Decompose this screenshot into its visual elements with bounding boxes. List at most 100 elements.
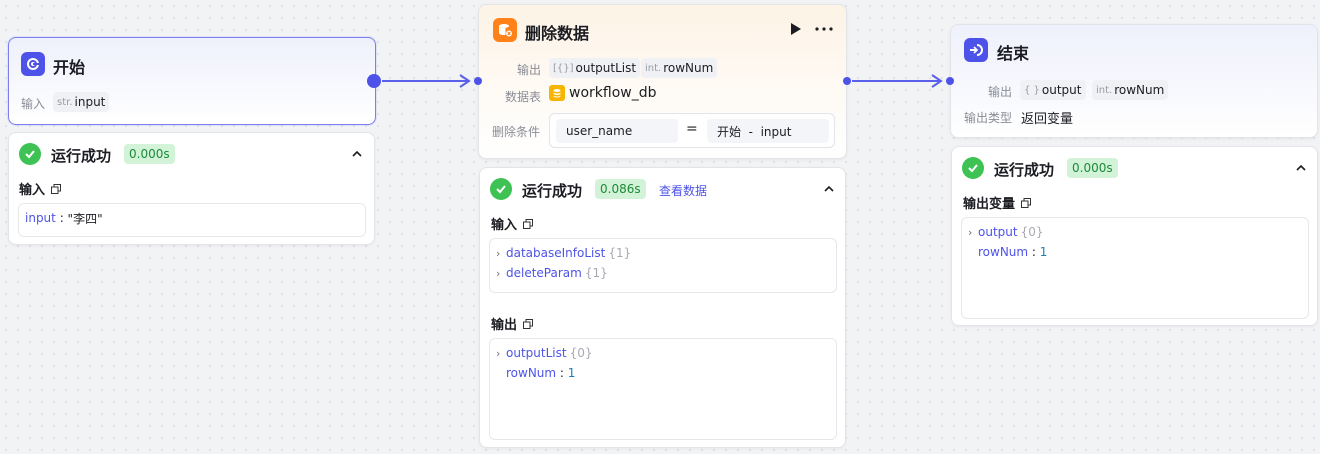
node-title: 开始 — [53, 58, 86, 77]
code-count: {1} — [584, 266, 608, 280]
start-result-panel: 运行成功 0.000s 输入 input : "李四" — [8, 132, 375, 245]
code-line: rowNum : 1 — [968, 242, 1302, 262]
input-section-title: 输入 — [491, 214, 534, 233]
start-node[interactable]: 开始 输入 str. input — [8, 37, 376, 125]
more-icon[interactable] — [815, 27, 833, 31]
delete-data-node[interactable]: 删除数据 输出 [{}] outputList int. rowNum 数据表 … — [478, 4, 847, 159]
time-badge: 0.000s — [1067, 158, 1118, 178]
code-sep: : — [55, 211, 68, 225]
code-sep: : — [1028, 245, 1040, 259]
param-type: int. — [645, 62, 662, 74]
code-sep: : — [556, 366, 568, 380]
node-title: 删除数据 — [525, 24, 590, 43]
section-label: 输入 — [19, 183, 46, 198]
input-section-title: 输入 — [19, 179, 62, 198]
run-icon[interactable] — [790, 23, 802, 35]
param-name: input — [74, 95, 106, 109]
status-text: 运行成功 — [51, 147, 112, 165]
code-key: databaseInfoList — [506, 246, 606, 260]
output-param-tag: int. rowNum — [641, 58, 718, 78]
arrow-head-icon — [459, 74, 471, 88]
copy-icon[interactable] — [1021, 197, 1032, 208]
code-count: {0} — [569, 346, 593, 360]
output-type-label: 输出类型 — [964, 111, 1013, 125]
input-code-box: › databaseInfoList {1} › deleteParam {1} — [489, 238, 837, 293]
input-param-tag: str. input — [53, 92, 110, 112]
arrow-head-icon — [931, 74, 943, 88]
param-name: rowNum — [1114, 83, 1165, 97]
edge-delete-to-end — [852, 80, 940, 82]
code-line[interactable]: › databaseInfoList {1} — [496, 243, 830, 263]
condition-box: user_name = 开始 - input — [549, 113, 835, 148]
end-input-port[interactable] — [946, 77, 954, 85]
code-count: {1} — [608, 246, 632, 260]
chevron-up-icon[interactable] — [1294, 161, 1308, 175]
end-result-panel: 运行成功 0.000s 输出变量 › output {0} rowNum : 1 — [951, 146, 1318, 326]
database-delete-icon — [493, 18, 517, 42]
node-title: 结束 — [997, 44, 1030, 63]
success-check-icon — [962, 157, 984, 179]
output-code-box: › output {0} rowNum : 1 — [961, 217, 1309, 319]
code-key: input — [25, 211, 56, 225]
chevron-right-icon[interactable]: › — [496, 247, 506, 260]
edge-start-to-delete — [382, 80, 468, 82]
chevron-right-icon[interactable]: › — [968, 226, 978, 239]
code-line: rowNum : 1 — [496, 363, 830, 383]
delete-input-port[interactable] — [474, 77, 482, 85]
section-label: 输入 — [491, 218, 518, 233]
delete-result-panel: 运行成功 0.086s 查看数据 输入 › databaseInfoList {… — [479, 167, 846, 448]
code-line: input : "李四" — [25, 208, 359, 228]
chevron-right-icon[interactable]: › — [496, 267, 506, 280]
code-value: "李四" — [67, 211, 103, 226]
condition-value[interactable]: 开始 - input — [707, 119, 829, 143]
table-label: 数据表 — [505, 90, 542, 104]
status-text: 运行成功 — [994, 161, 1055, 179]
output-param-tag: { } output — [1020, 80, 1086, 100]
param-name: outputList — [575, 61, 637, 75]
output-param-tag: [{}] outputList — [549, 58, 641, 78]
chevron-up-icon[interactable] — [822, 182, 836, 196]
output-type-value: 返回变量 — [1021, 112, 1074, 127]
code-line[interactable]: › output {0} — [968, 222, 1302, 242]
code-key: rowNum — [978, 245, 1029, 259]
success-check-icon — [19, 143, 41, 165]
output-section-title: 输出 — [491, 314, 534, 333]
param-type: { } — [1024, 84, 1040, 96]
time-badge: 0.000s — [124, 144, 175, 164]
code-key: outputList — [506, 346, 567, 360]
table-name: workflow_db — [569, 85, 657, 101]
start-output-port[interactable] — [367, 74, 381, 88]
end-node[interactable]: 结束 输出 { } output int. rowNum 输出类型 返回变量 — [950, 24, 1318, 138]
code-line[interactable]: › outputList {0} — [496, 343, 830, 363]
copy-icon[interactable] — [51, 183, 62, 194]
param-type: int. — [1096, 84, 1113, 96]
status-text: 运行成功 — [522, 182, 583, 200]
copy-icon[interactable] — [523, 318, 534, 329]
time-badge: 0.086s — [595, 179, 646, 199]
param-type: str. — [57, 96, 73, 108]
code-value: 1 — [567, 366, 576, 380]
code-key: rowNum — [506, 366, 557, 380]
delete-output-port[interactable] — [843, 77, 851, 85]
start-icon — [21, 52, 45, 76]
condition-label: 删除条件 — [492, 125, 541, 139]
code-key: deleteParam — [506, 266, 582, 280]
param-type: [{}] — [553, 62, 574, 74]
condition-operator[interactable]: = — [686, 121, 698, 137]
end-icon — [964, 38, 988, 62]
success-check-icon — [490, 178, 512, 200]
param-name: rowNum — [663, 61, 714, 75]
code-count: {0} — [1020, 225, 1044, 239]
condition-field[interactable]: user_name — [556, 119, 678, 143]
chevron-right-icon[interactable]: › — [496, 347, 506, 360]
code-line[interactable]: › deleteParam {1} — [496, 263, 830, 283]
code-value: 1 — [1039, 245, 1048, 259]
section-label: 输出变量 — [963, 197, 1016, 212]
chevron-up-icon[interactable] — [350, 147, 364, 161]
output-variables-title: 输出变量 — [963, 193, 1032, 212]
view-data-link[interactable]: 查看数据 — [659, 182, 707, 199]
output-label: 输出 — [517, 63, 542, 77]
output-label: 输出 — [988, 85, 1013, 99]
copy-icon[interactable] — [523, 218, 534, 229]
table-icon — [549, 85, 565, 101]
